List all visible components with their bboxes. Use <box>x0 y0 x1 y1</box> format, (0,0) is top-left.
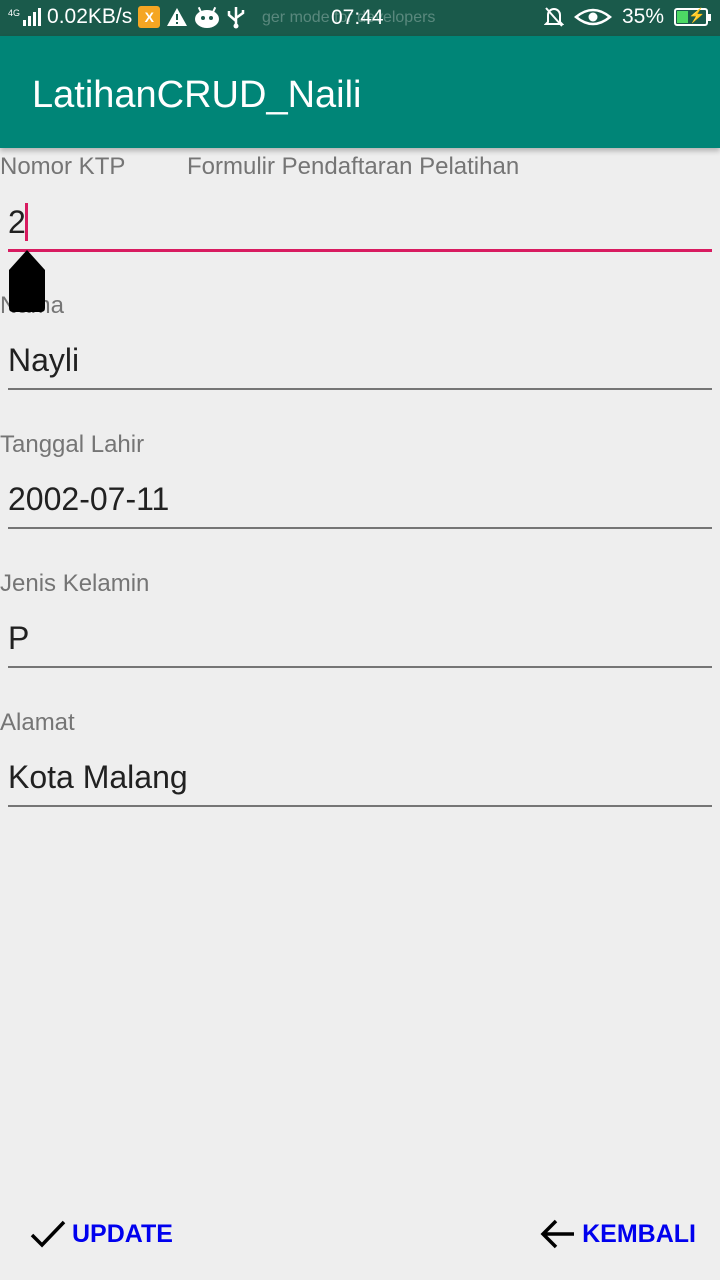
signal-icon: 4G <box>8 8 42 26</box>
app-notification-icon: X <box>138 6 161 28</box>
jenis-kelamin-value: P <box>8 620 30 656</box>
kembali-label: KEMBALI <box>582 1219 696 1248</box>
label-jenis-kelamin: Jenis Kelamin <box>0 570 150 597</box>
app-title: LatihanCRUD_Naili <box>32 74 362 116</box>
nama-field[interactable]: Nayli <box>8 334 712 390</box>
eye-icon <box>574 8 612 26</box>
label-tanggal-lahir: Tanggal Lahir <box>0 431 145 458</box>
warning-icon <box>167 8 188 26</box>
label-nomor-ktp: Nomor KTP <box>0 153 126 180</box>
arrow-left-icon <box>540 1219 575 1249</box>
tanggal-lahir-field[interactable]: 2002-07-11 <box>8 473 712 529</box>
app-bar: LatihanCRUD_Naili <box>0 36 720 148</box>
kembali-button[interactable]: KEMBALI <box>540 1212 696 1256</box>
android-icon <box>195 6 220 28</box>
check-icon <box>30 1220 66 1248</box>
update-label: UPDATE <box>72 1219 173 1248</box>
field-underline <box>8 388 712 390</box>
field-underline <box>8 805 712 807</box>
bell-off-icon <box>543 7 564 27</box>
alamat-value: Kota Malang <box>8 759 188 795</box>
update-button[interactable]: UPDATE <box>30 1212 173 1256</box>
nomor-ktp-value: 2 <box>8 204 26 240</box>
label-alamat: Alamat <box>0 709 75 736</box>
jenis-kelamin-field[interactable]: P <box>8 612 712 668</box>
status-left: 4G 0.02KB/s X <box>8 5 246 29</box>
form-title: Formulir Pendaftaran Pelatihan <box>187 153 520 180</box>
text-cursor <box>25 203 28 241</box>
tanggal-lahir-value: 2002-07-11 <box>8 481 170 517</box>
field-underline <box>8 666 712 668</box>
text-selection-handle[interactable] <box>9 250 45 312</box>
alamat-field[interactable]: Kota Malang <box>8 751 712 807</box>
field-underline <box>8 527 712 529</box>
clock: 07:44 <box>331 6 384 29</box>
network-type: 4G <box>8 8 21 18</box>
battery-icon: ⚡ <box>674 7 711 26</box>
usb-icon <box>228 7 245 29</box>
status-right: 35% ⚡ <box>543 5 711 29</box>
nama-value: Nayli <box>8 342 80 378</box>
nomor-ktp-field[interactable]: 2 <box>8 196 712 252</box>
network-speed: 0.02KB/s <box>47 5 133 28</box>
battery-percent: 35% <box>621 5 664 28</box>
status-bar: 4G 0.02KB/s X ger mode for developers 07… <box>0 0 720 36</box>
field-underline <box>8 249 712 252</box>
